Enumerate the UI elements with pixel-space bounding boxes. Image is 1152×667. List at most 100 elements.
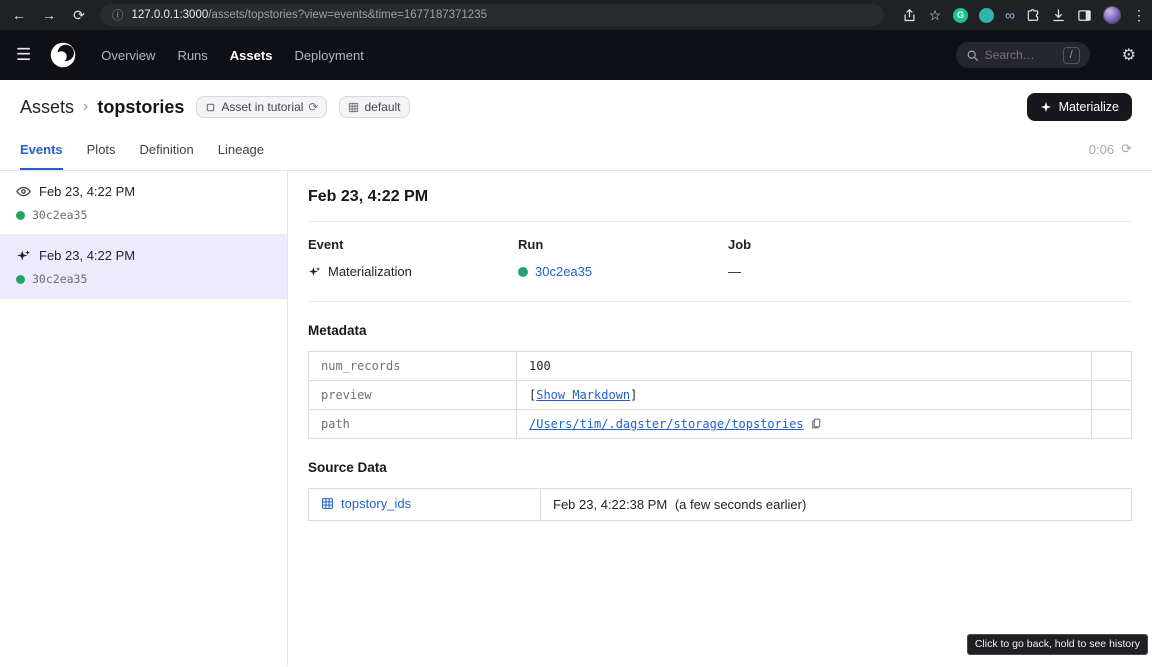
browser-back-button[interactable]: ←	[10, 0, 28, 30]
path-link[interactable]: /Users/tim/.dagster/storage/topstories	[529, 417, 804, 431]
dagster-logo[interactable]	[49, 41, 77, 69]
site-info-icon[interactable]: ⓘ	[112, 7, 124, 23]
materialization-star-icon	[16, 248, 31, 263]
group-default-tag-label: default	[364, 100, 400, 114]
observation-eye-icon	[16, 184, 31, 199]
search-icon	[966, 49, 979, 62]
search-input[interactable]	[985, 48, 1057, 62]
nav-item-deployment[interactable]: Deployment	[294, 48, 363, 63]
source-time: Feb 23, 4:22:38 PM	[553, 497, 667, 512]
app-nav: ☰ Overview Runs Assets Deployment / ⚙	[0, 30, 1152, 80]
run-status-dot	[518, 267, 528, 277]
metadata-value: [Show Markdown]	[517, 381, 1092, 410]
event-list-item-materialization[interactable]: Feb 23, 4:22 PM 30c2ea35	[0, 235, 287, 299]
address-bar[interactable]: ⓘ 127.0.0.1:3000/assets/topstories?view=…	[100, 4, 884, 26]
metadata-spacer-cell	[1092, 352, 1132, 381]
back-history-tooltip: Click to go back, hold to see history	[967, 634, 1148, 655]
page-header: Assets › topstories Asset in tutorial ⟳ …	[0, 80, 1152, 129]
event-time: Feb 23, 4:22 PM	[39, 184, 135, 199]
nav-item-runs[interactable]: Runs	[177, 48, 207, 63]
browser-menu-icon[interactable]: ⋮	[1132, 0, 1142, 30]
url-path: /assets/topstories?view=events&time=1677…	[208, 9, 487, 21]
event-detail-title: Feb 23, 4:22 PM	[308, 188, 1132, 206]
url-host: 127.0.0.1:3000	[132, 9, 209, 21]
teal-extension-icon[interactable]	[979, 8, 994, 23]
source-asset-name: topstory_ids	[341, 496, 411, 511]
table-row: topstory_ids Feb 23, 4:22:38 PM (a few s…	[309, 489, 1132, 521]
nav-item-overview[interactable]: Overview	[101, 48, 155, 63]
refresh-countdown: 0:06	[1089, 142, 1114, 157]
source-time-note: (a few seconds earlier)	[675, 497, 807, 512]
event-sidebar: Feb 23, 4:22 PM 30c2ea35 Feb 23, 4:22 PM…	[0, 171, 288, 666]
content: Feb 23, 4:22 PM 30c2ea35 Feb 23, 4:22 PM…	[0, 171, 1152, 666]
tab-definition[interactable]: Definition	[140, 142, 194, 170]
asset-tutorial-tag[interactable]: Asset in tutorial ⟳	[196, 96, 327, 118]
hamburger-menu-icon[interactable]: ☰	[16, 45, 31, 65]
share-icon[interactable]	[902, 8, 917, 23]
metadata-spacer-cell	[1092, 410, 1132, 439]
source-data-heading: Source Data	[308, 460, 1132, 475]
tabs-bar: Events Plots Definition Lineage 0:06 ⟳	[0, 129, 1152, 171]
materialize-button[interactable]: Materialize	[1027, 93, 1132, 121]
extensions-puzzle-icon[interactable]	[1026, 8, 1040, 22]
downloads-icon[interactable]	[1051, 8, 1066, 23]
run-id: 30c2ea35	[32, 208, 87, 222]
run-id: 30c2ea35	[32, 272, 87, 286]
tab-plots[interactable]: Plots	[87, 142, 116, 170]
infinity-extension-icon[interactable]: ∞	[1005, 7, 1015, 23]
source-asset-cell: topstory_ids	[309, 489, 541, 521]
nav-item-assets[interactable]: Assets	[230, 48, 273, 63]
job-column: Job —	[728, 237, 1132, 279]
browser-reload-button[interactable]: ⟳	[70, 0, 88, 30]
source-data-table: topstory_ids Feb 23, 4:22:38 PM (a few s…	[308, 488, 1132, 521]
metadata-key: path	[309, 410, 517, 439]
run-status-dot	[16, 275, 25, 284]
page-title: topstories	[97, 97, 184, 118]
event-column: Event Materialization	[308, 237, 518, 279]
source-time-cell: Feb 23, 4:22:38 PM (a few seconds earlie…	[541, 489, 1132, 521]
group-default-tag[interactable]: default	[339, 96, 409, 118]
metadata-heading: Metadata	[308, 323, 1132, 338]
timer-refresh-icon[interactable]: ⟳	[1121, 141, 1132, 157]
profile-avatar[interactable]	[1103, 6, 1121, 24]
nav-links: Overview Runs Assets Deployment	[101, 48, 364, 63]
grid-icon	[348, 102, 359, 113]
run-column: Run 30c2ea35	[518, 237, 728, 279]
asset-tutorial-tag-label: Asset in tutorial	[221, 100, 303, 114]
metadata-value: /Users/tim/.dagster/storage/topstories	[517, 410, 1092, 439]
table-row: preview [Show Markdown]	[309, 381, 1132, 410]
table-row: num_records 100	[309, 352, 1132, 381]
asset-icon	[205, 102, 216, 113]
metadata-key: num_records	[309, 352, 517, 381]
global-search[interactable]: /	[956, 42, 1090, 68]
source-asset-link[interactable]: topstory_ids	[321, 496, 411, 511]
copy-icon[interactable]	[810, 417, 823, 430]
browser-forward-button[interactable]: →	[40, 0, 58, 30]
side-panel-icon[interactable]	[1077, 8, 1092, 23]
metadata-table: num_records 100 preview [Show Markdown] …	[308, 351, 1132, 439]
divider	[308, 301, 1132, 302]
materialize-button-label: Materialize	[1059, 100, 1119, 114]
tab-events[interactable]: Events	[20, 142, 63, 170]
run-id-link[interactable]: 30c2ea35	[535, 264, 592, 279]
bracket: ]	[630, 388, 637, 402]
grammarly-extension-icon[interactable]: G	[953, 8, 968, 23]
event-column-label: Event	[308, 237, 518, 252]
bookmark-star-icon[interactable]: ☆	[928, 0, 942, 30]
breadcrumb-assets-link[interactable]: Assets	[20, 97, 74, 118]
job-column-label: Job	[728, 237, 1132, 252]
table-row: path /Users/tim/.dagster/storage/topstor…	[309, 410, 1132, 439]
materialization-star-icon	[308, 265, 321, 278]
browser-toolbar: ← → ⟳ ⓘ 127.0.0.1:3000/assets/topstories…	[0, 0, 1152, 30]
event-list-item-observation[interactable]: Feb 23, 4:22 PM 30c2ea35	[0, 171, 287, 235]
run-column-label: Run	[518, 237, 728, 252]
show-markdown-link[interactable]: Show Markdown	[536, 388, 630, 402]
settings-gear-icon[interactable]: ⚙	[1122, 45, 1136, 65]
refresh-timer: 0:06 ⟳	[1089, 141, 1132, 170]
tag-refresh-icon[interactable]: ⟳	[308, 100, 318, 114]
browser-actions: ☆ G ∞ ⋮	[902, 0, 1142, 30]
table-icon	[321, 497, 334, 510]
breadcrumb-separator: ›	[83, 98, 88, 116]
tab-lineage[interactable]: Lineage	[218, 142, 264, 170]
event-info-grid: Event Materialization Run 30c2ea35 Job —	[308, 237, 1132, 279]
